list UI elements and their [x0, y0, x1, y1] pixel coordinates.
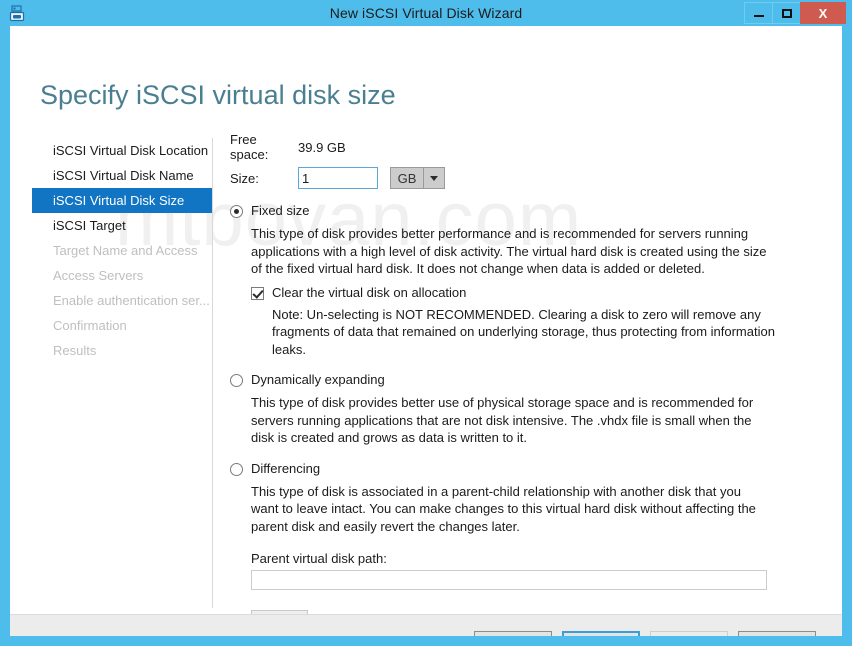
- free-space-value: 39.9 GB: [298, 140, 346, 155]
- fixed-size-label: Fixed size: [251, 203, 310, 219]
- wizard-steps-nav: iSCSI Virtual Disk Location iSCSI Virtua…: [32, 138, 212, 363]
- size-unit-value: GB: [391, 168, 424, 188]
- size-row: Size: GB: [230, 167, 830, 189]
- next-button[interactable]: Next >: [562, 631, 640, 636]
- maximize-icon: [782, 9, 792, 18]
- maximize-button[interactable]: [772, 2, 801, 24]
- free-space-label: Free space:: [230, 132, 298, 162]
- title-bar: New iSCSI Virtual Disk Wizard X: [0, 0, 852, 26]
- fixed-size-description: This type of disk provides better perfor…: [251, 225, 771, 278]
- sidebar-item-iscsi-target[interactable]: iSCSI Target: [32, 213, 212, 238]
- parent-path-label: Parent virtual disk path:: [251, 551, 830, 566]
- sidebar-item-label: Enable authentication ser...: [53, 293, 210, 308]
- cancel-button[interactable]: Cancel: [738, 631, 816, 636]
- sidebar-item-results: Results: [32, 338, 212, 363]
- option-dynamically-expanding: Dynamically expanding This type of disk …: [230, 372, 830, 447]
- chevron-down-icon: [424, 168, 444, 188]
- sidebar-item-confirmation: Confirmation: [32, 313, 212, 338]
- dynamically-expanding-label: Dynamically expanding: [251, 372, 385, 388]
- fixed-size-radio-row[interactable]: Fixed size: [230, 203, 830, 221]
- parent-path-input[interactable]: [251, 570, 767, 590]
- differencing-description: This type of disk is associated in a par…: [251, 483, 771, 536]
- dynamically-expanding-radio[interactable]: [230, 374, 243, 387]
- clear-disk-label: Clear the virtual disk on allocation: [272, 285, 466, 301]
- sidebar-divider: [212, 138, 213, 608]
- main-panel: Free space: 39.9 GB Size: GB Fixed size: [230, 138, 830, 633]
- client-area: mtbovan.com Specify iSCSI virtual disk s…: [10, 26, 842, 636]
- differencing-radio[interactable]: [230, 463, 243, 476]
- fixed-size-radio[interactable]: [230, 205, 243, 218]
- sidebar-item-iscsi-virtual-disk-size[interactable]: iSCSI Virtual Disk Size: [32, 188, 212, 213]
- wizard-window: New iSCSI Virtual Disk Wizard X mtbovan.…: [0, 0, 852, 646]
- sidebar-item-label: Results: [53, 343, 96, 358]
- clear-disk-checkbox[interactable]: [251, 287, 264, 300]
- sidebar-item-label: Target Name and Access: [53, 243, 198, 258]
- clear-disk-note: Note: Un-selecting is NOT RECOMMENDED. C…: [272, 306, 776, 359]
- differencing-radio-row[interactable]: Differencing: [230, 461, 830, 479]
- minimize-button[interactable]: [744, 2, 773, 24]
- option-differencing: Differencing This type of disk is associ…: [230, 461, 830, 634]
- clear-disk-checkbox-row[interactable]: Clear the virtual disk on allocation: [251, 285, 830, 301]
- sidebar-item-enable-authentication: Enable authentication ser...: [32, 288, 212, 313]
- sidebar-item-access-servers: Access Servers: [32, 263, 212, 288]
- sidebar-item-label: iSCSI Virtual Disk Name: [53, 168, 194, 183]
- sidebar-item-iscsi-virtual-disk-location[interactable]: iSCSI Virtual Disk Location: [32, 138, 212, 163]
- size-unit-dropdown[interactable]: GB: [390, 167, 445, 189]
- footer-button-bar: < Previous Next > Create Cancel: [10, 615, 842, 636]
- sidebar-item-label: iSCSI Virtual Disk Location: [53, 143, 208, 158]
- sidebar-item-label: Access Servers: [53, 268, 143, 283]
- dynamically-expanding-radio-row[interactable]: Dynamically expanding: [230, 372, 830, 390]
- differencing-label: Differencing: [251, 461, 320, 477]
- free-space-row: Free space: 39.9 GB: [230, 138, 830, 156]
- size-input[interactable]: [298, 167, 378, 189]
- sidebar-item-label: iSCSI Target: [53, 218, 126, 233]
- sidebar-item-label: Confirmation: [53, 318, 127, 333]
- page-title: Specify iSCSI virtual disk size: [40, 80, 396, 111]
- minimize-icon: [754, 15, 764, 17]
- sidebar-item-target-name-and-access: Target Name and Access: [32, 238, 212, 263]
- iscsi-disk-icon: [4, 0, 30, 26]
- sidebar-item-label: iSCSI Virtual Disk Size: [53, 193, 184, 208]
- dynamically-expanding-description: This type of disk provides better use of…: [251, 394, 771, 447]
- option-fixed-size: Fixed size This type of disk provides be…: [230, 203, 830, 358]
- window-controls: X: [745, 2, 846, 24]
- create-button: Create: [650, 631, 728, 636]
- previous-button[interactable]: < Previous: [474, 631, 552, 636]
- close-button[interactable]: X: [800, 2, 846, 24]
- window-title: New iSCSI Virtual Disk Wizard: [0, 0, 852, 26]
- sidebar-item-iscsi-virtual-disk-name[interactable]: iSCSI Virtual Disk Name: [32, 163, 212, 188]
- size-label: Size:: [230, 171, 298, 186]
